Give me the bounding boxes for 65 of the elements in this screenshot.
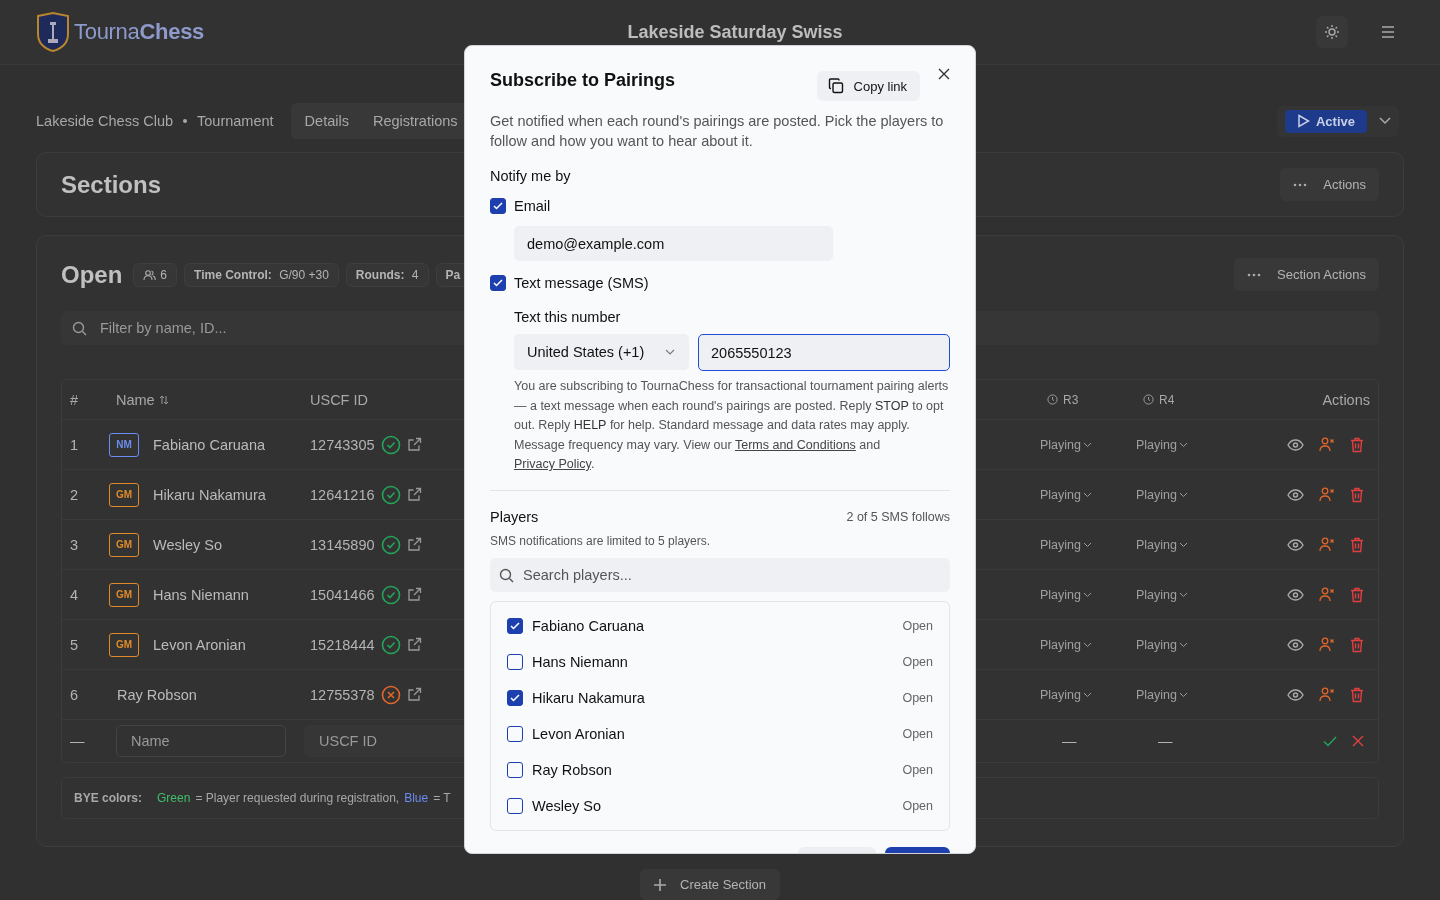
section-name: Open	[902, 726, 933, 741]
players-heading: Players	[490, 508, 539, 525]
page-title: Lakeside Saturday Swiss	[626, 21, 844, 43]
table-cell: 15041466	[310, 586, 375, 603]
table-cell: —	[1158, 733, 1173, 749]
dialog-description: Get notified when each round's pairings are posted. Pick the players to follow and how you want to hear about it.	[490, 112, 945, 151]
section-name: Open	[902, 690, 933, 705]
section-name: Open	[902, 618, 933, 633]
table-cell: 12743305	[310, 436, 375, 453]
legend-text: = T	[433, 791, 451, 805]
title-badge: GM	[109, 632, 139, 657]
title-badge: GM	[109, 482, 139, 507]
player-name: Wesley So	[532, 797, 603, 814]
player-name: Ray Robson	[117, 686, 197, 703]
table-cell: —	[1062, 733, 1077, 749]
info-chip: Time Control: G/90 +30	[184, 262, 339, 287]
player-name: Levon Aronian	[153, 636, 246, 653]
table-cell: 12641216	[310, 486, 375, 503]
checkbox-label: Text message (SMS)	[514, 275, 649, 291]
legend-color-name: Green	[157, 791, 191, 805]
table-cell: 15218444	[310, 636, 375, 653]
legend-label: BYE colors:	[74, 791, 142, 805]
field-label: Text this number	[514, 309, 622, 325]
player-name: Fabiano Caruana	[153, 436, 266, 453]
column-header: #	[69, 391, 80, 408]
sms-disclosure: You are subscribing to TournaChess for transactional tournament pairing alerts — a text message when each round's pairings are posted. Reply STOP to opt out. Reply HELP for help. Standard message and data rates may apply. Message frequency may vary. View our Terms and Conditions and Privacy Policy.	[514, 378, 950, 473]
table-cell-text: 1	[69, 436, 80, 453]
info-chip: Rounds: 4	[345, 262, 429, 287]
table-cell-text: —	[69, 733, 86, 749]
title-badge: GM	[109, 532, 139, 557]
column-header: Actions	[1321, 391, 1371, 408]
table-cell-text: 4	[69, 586, 80, 603]
title-badge: NM	[109, 432, 139, 457]
logo-wordmark: TournaChess	[74, 19, 204, 45]
table-cell: 12755378	[310, 686, 375, 703]
column-header: R4	[1159, 392, 1175, 407]
player-name: Hikaru Nakamura	[153, 486, 266, 503]
section-name: Open	[902, 654, 933, 669]
players-note: SMS notifications are limited to 5 players.	[490, 533, 712, 548]
table-cell: 13145890	[310, 536, 375, 553]
player-name: Ray Robson	[532, 761, 613, 778]
player-count-chip: 6	[133, 262, 178, 287]
player-name: Hans Niemann	[532, 653, 629, 670]
dialog-title: Subscribe to Pairings	[490, 70, 677, 91]
table-cell-text: 5	[69, 636, 80, 653]
sections-heading: Sections	[61, 170, 162, 199]
table-cell-text: 2	[69, 486, 80, 503]
table-cell-text: 6	[69, 686, 80, 703]
follow-count: 2 of 5 SMS follows	[846, 509, 950, 524]
player-name: Hans Niemann	[153, 586, 249, 603]
column-header: USCF ID	[309, 391, 369, 408]
player-name: Wesley So	[153, 536, 223, 553]
player-name: Fabiano Caruana	[532, 617, 646, 634]
column-header: R3	[1063, 392, 1079, 407]
player-name: Hikaru Nakamura	[532, 689, 646, 706]
legend-text: = Player requested during registration,	[195, 791, 400, 805]
section-name: Open	[902, 762, 933, 777]
table-cell-text: 3	[69, 536, 80, 553]
checkbox-label: Email	[514, 198, 551, 214]
section-name: Open	[61, 260, 123, 289]
section-label: Notify me by	[490, 168, 572, 184]
legend-color-name: Blue	[404, 791, 429, 805]
player-name: Levon Aronian	[532, 725, 626, 742]
title-badge: GM	[109, 582, 139, 607]
section-name: Open	[902, 798, 933, 813]
